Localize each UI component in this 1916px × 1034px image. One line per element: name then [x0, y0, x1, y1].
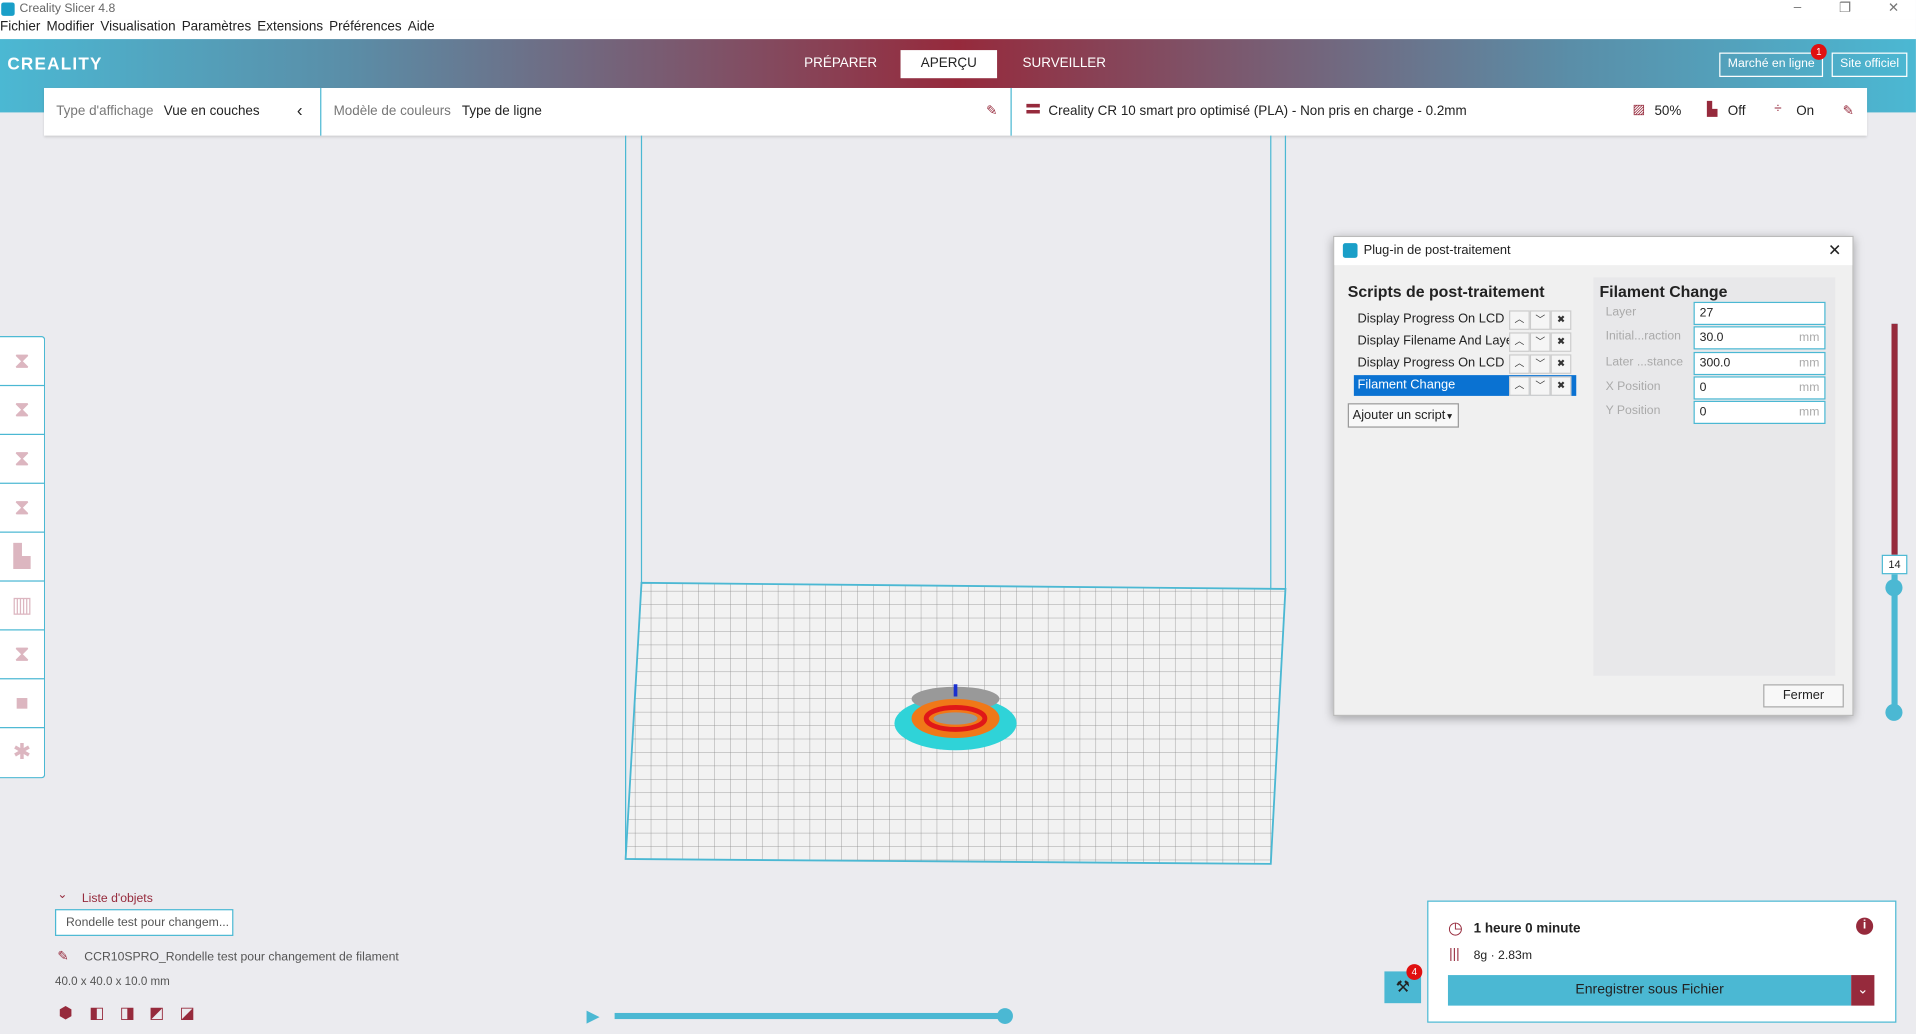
move-up-button[interactable]: ︿ — [1509, 354, 1530, 374]
support-blocker-icon[interactable]: ▙ — [0, 533, 44, 582]
script-label: Display Filename And Layer — [1357, 333, 1518, 349]
move-down-button[interactable]: ﹀ — [1529, 332, 1551, 352]
move-up-button[interactable]: ︿ — [1509, 310, 1530, 330]
custom-support-icon[interactable]: ■ — [0, 679, 44, 729]
layer-slider-lower-handle[interactable] — [1885, 703, 1903, 721]
field-unit: mm — [1799, 381, 1820, 395]
support-tool-icon[interactable]: ⧗ — [0, 386, 44, 435]
settings-heading: Filament Change — [1599, 282, 1728, 301]
play-icon[interactable]: ▶ — [587, 1006, 600, 1027]
remove-button[interactable]: ✖ — [1550, 310, 1572, 330]
later-retraction-input[interactable]: 300.0 mm — [1693, 351, 1826, 376]
layer-slider-range — [1891, 323, 1898, 556]
remove-button[interactable]: ✖ — [1550, 354, 1572, 374]
script-item[interactable]: Display Filename And Layer ︿ ﹀ ✖ — [1354, 331, 1576, 352]
tools-icon: ⚒ — [1395, 977, 1410, 996]
field-label: Y Position — [1605, 404, 1661, 418]
left-toolbar: ⧗ ⧗ ⧗ ⧗ ▙ ▥ ⧗ ■ ✱ — [0, 336, 46, 779]
add-script-dropdown[interactable]: Ajouter un script▼ — [1347, 403, 1459, 428]
field-value: 30.0 — [1699, 331, 1724, 345]
field-value: 300.0 — [1699, 356, 1731, 371]
tools-badge: 4 — [1406, 964, 1423, 980]
layer-number[interactable]: 14 — [1881, 554, 1908, 575]
per-model-settings-icon[interactable]: ⧗ — [0, 484, 44, 533]
multiply-icon[interactable]: ✱ — [0, 728, 44, 776]
field-label: Initial...raction — [1605, 329, 1681, 344]
field-value: 0 — [1699, 405, 1707, 420]
add-script-label: Ajouter un script — [1352, 408, 1446, 423]
post-processing-dialog: Plug-in de post-traitement ✕ Scripts de … — [1333, 235, 1854, 717]
x-position-input[interactable]: 0 mm — [1693, 376, 1826, 400]
object-list-item[interactable]: Rondelle test pour changem... — [54, 909, 234, 936]
view-top-icon[interactable]: ◨ — [120, 1003, 135, 1023]
close-button[interactable]: Fermer — [1763, 684, 1844, 708]
field-value: 0 — [1699, 381, 1707, 395]
field-value: 27 — [1699, 306, 1714, 321]
material-usage: 8g · 2.83m — [1473, 949, 1533, 963]
initial-retraction-input[interactable]: 30.0 mm — [1693, 326, 1826, 350]
print-time: 1 heure 0 minute — [1473, 921, 1581, 936]
tree-support-icon[interactable]: ▥ — [0, 582, 44, 631]
simulation-handle[interactable] — [997, 1008, 1013, 1024]
field-unit: mm — [1799, 356, 1820, 371]
dialog-title: Plug-in de post-traitement — [1363, 243, 1511, 258]
move-down-button[interactable]: ﹀ — [1529, 376, 1551, 396]
script-item-selected[interactable]: Filament Change ︿ ﹀ ✖ — [1353, 375, 1577, 396]
save-options-chevron-icon[interactable]: ⌄ — [1851, 975, 1875, 1006]
simulation-slider[interactable] — [614, 1012, 1006, 1020]
script-item[interactable]: Display Progress On LCD ︿ ﹀ ✖ — [1354, 309, 1576, 330]
view-3d-icon[interactable]: ⬢ — [59, 1003, 73, 1023]
script-label: Display Progress On LCD — [1357, 355, 1505, 371]
layer-slider-upper-handle[interactable] — [1885, 579, 1903, 597]
remove-button[interactable]: ✖ — [1550, 332, 1572, 352]
view-right-icon[interactable]: ◪ — [180, 1003, 195, 1023]
field-label: X Position — [1605, 380, 1661, 394]
view-front-icon[interactable]: ◧ — [89, 1003, 104, 1023]
script-label: Display Progress On LCD — [1357, 311, 1505, 327]
script-label: Filament Change — [1357, 377, 1456, 393]
field-unit: mm — [1799, 331, 1820, 345]
move-down-button[interactable]: ﹀ — [1529, 354, 1551, 374]
job-name[interactable]: CCR10SPRO_Rondelle test pour changement … — [84, 951, 398, 964]
print-summary-panel: ◷ 1 heure 0 minute i ||| 8g · 2.83m Enre… — [1427, 900, 1897, 1023]
move-up-button[interactable]: ︿ — [1509, 376, 1530, 396]
layer-input[interactable]: 27 — [1693, 301, 1826, 326]
clock-icon: ◷ — [1447, 917, 1463, 938]
save-to-file-button[interactable]: Enregistrer sous Fichier — [1447, 975, 1852, 1006]
view-left-icon[interactable]: ◩ — [149, 1003, 164, 1023]
info-icon[interactable]: i — [1856, 917, 1874, 935]
move-down-button[interactable]: ﹀ — [1529, 310, 1551, 330]
object-list-header[interactable]: Liste d'objets — [82, 892, 153, 905]
dialog-title-bar: Plug-in de post-traitement ✕ — [1334, 237, 1853, 266]
chevron-down-icon[interactable]: ⌄ — [57, 888, 67, 901]
remove-button[interactable]: ✖ — [1550, 376, 1572, 396]
field-label: Later ...stance — [1605, 355, 1684, 370]
y-position-input[interactable]: 0 mm — [1693, 400, 1826, 424]
filament-icon: ||| — [1449, 946, 1460, 962]
scripts-heading: Scripts de post-traitement — [1347, 282, 1545, 301]
caret-down-icon: ▼ — [1445, 413, 1454, 422]
script-item[interactable]: Display Progress On LCD ︿ ﹀ ✖ — [1354, 353, 1576, 374]
brim-icon[interactable]: ⧗ — [0, 631, 44, 680]
pencil-icon[interactable]: ✎ — [57, 948, 68, 964]
object-dimensions: 40.0 x 40.0 x 10.0 mm — [54, 975, 170, 989]
move-up-button[interactable]: ︿ — [1509, 332, 1530, 352]
field-label: Layer — [1605, 305, 1637, 319]
field-unit: mm — [1799, 405, 1820, 420]
scale-tool-icon[interactable]: ⧗ — [0, 337, 44, 387]
close-icon[interactable]: ✕ — [1828, 241, 1841, 261]
app-icon — [1342, 243, 1358, 258]
mirror-tool-icon[interactable]: ⧗ — [0, 435, 44, 484]
